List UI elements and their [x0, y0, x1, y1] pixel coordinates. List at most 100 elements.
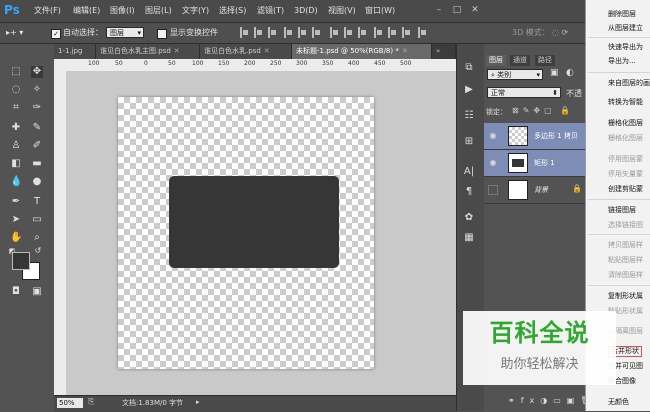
distribute-vcenter-icon[interactable]	[344, 27, 353, 38]
share-icon[interactable]: ⎘	[88, 397, 94, 407]
layer-actions-bar[interactable]: ⚭fx◑▭▣🗑	[508, 396, 597, 405]
actions-play-icon[interactable]: ▶	[462, 84, 476, 96]
history-brush-icon[interactable]: ✐	[31, 140, 43, 152]
tab-untitled-1[interactable]: 未标题-1.psd @ 50%(RGB/8) * ✕	[292, 44, 432, 59]
tab-overflow-icon[interactable]: »	[432, 44, 456, 59]
context-menu-item[interactable]: 链接图层	[608, 206, 636, 215]
menu-3d[interactable]: 3D(D)	[294, 5, 318, 17]
move-tool-icon[interactable]: ✥	[31, 66, 43, 78]
align-bottom-icon[interactable]	[268, 27, 277, 38]
filter-pixel-icon[interactable]: ▣	[550, 68, 559, 78]
distribute-hcenter-icon[interactable]	[388, 27, 397, 38]
rectangle-tool-icon[interactable]: ▭	[31, 214, 43, 226]
layer-name[interactable]: 背景	[534, 185, 548, 195]
adjustments-panel-icon[interactable]: ⊞	[462, 136, 476, 148]
eye-icon[interactable]: ◉	[488, 158, 498, 168]
eyedropper-icon[interactable]: ✑	[31, 102, 43, 114]
context-menu-item[interactable]: 快速导出为	[608, 43, 643, 52]
magic-wand-icon[interactable]: ✧	[31, 84, 43, 96]
maximize-icon[interactable]: □	[450, 4, 464, 16]
menu-edit[interactable]: 编辑(E)	[73, 5, 100, 17]
paragraph-panel-icon[interactable]: ¶	[462, 186, 476, 198]
layer-name[interactable]: 多边形 1 拷贝	[534, 131, 578, 141]
screen-mode-icon[interactable]: ▣	[31, 286, 43, 298]
pen-tool-icon[interactable]: ✒	[10, 196, 22, 208]
context-menu-item[interactable]: 来自图层的画	[608, 79, 650, 88]
distribute-bottom-icon[interactable]	[358, 27, 367, 38]
tab-layers[interactable]: 图层	[486, 55, 506, 66]
distribute-top-icon[interactable]	[330, 27, 339, 38]
context-menu-item[interactable]: 无颜色	[608, 398, 629, 407]
swatches-panel-icon[interactable]: ✿	[462, 212, 476, 224]
tab-close-icon[interactable]: ✕	[261, 47, 270, 55]
tab-channels[interactable]: 通道	[510, 55, 530, 66]
menu-layer[interactable]: 图层(L)	[145, 5, 172, 17]
visibility-toggle[interactable]	[488, 185, 498, 195]
align-left-icon[interactable]	[284, 27, 293, 38]
context-menu-item[interactable]: 导出为...	[608, 57, 636, 66]
blur-tool-icon[interactable]: 💧	[10, 176, 22, 188]
auto-select-dropdown[interactable]: 图层 ▾	[106, 27, 144, 38]
close-icon[interactable]: ✕	[468, 4, 482, 16]
context-menu-item[interactable]: 栅格化图层	[608, 119, 643, 128]
context-menu-item[interactable]: 创建剪贴蒙	[608, 185, 643, 194]
foreground-color-swatch[interactable]	[12, 252, 30, 270]
tab-paths[interactable]: 路径	[535, 55, 555, 66]
swap-colors-icon[interactable]: ↺	[32, 245, 44, 257]
distribute-right-icon[interactable]	[402, 27, 411, 38]
layer-kind-filter[interactable]: ⌕ 类别 ▾	[487, 69, 543, 80]
align-hcenter-icon[interactable]	[298, 27, 307, 38]
eye-icon[interactable]: ◉	[488, 131, 498, 141]
blend-mode-dropdown[interactable]: 正常 ⬍	[487, 87, 561, 98]
path-selection-icon[interactable]: ➤	[10, 214, 22, 226]
tab-1-1-jpg[interactable]: 1-1.jpg	[54, 44, 96, 59]
menu-view[interactable]: 视图(V)	[328, 5, 356, 17]
zoom-tool-icon[interactable]: ⌕	[31, 232, 43, 244]
align-right-icon[interactable]	[312, 27, 321, 38]
healing-brush-icon[interactable]: ✚	[10, 122, 22, 134]
lasso-tool-icon[interactable]: ◌	[10, 84, 22, 96]
context-menu-item[interactable]: 复制形状属	[608, 292, 643, 301]
menu-type[interactable]: 文字(Y)	[182, 5, 209, 17]
grid-panel-icon[interactable]: ▦	[462, 232, 476, 244]
layer-name[interactable]: 矩形 1	[534, 158, 555, 168]
menu-image[interactable]: 图像(I)	[110, 5, 135, 17]
move-tool-icon[interactable]: ▸+ ▾	[6, 27, 23, 39]
menu-window[interactable]: 窗口(W)	[365, 5, 395, 17]
character-panel-icon[interactable]: A|	[462, 166, 476, 178]
minimize-icon[interactable]: –	[432, 4, 446, 16]
eraser-tool-icon[interactable]: ◧	[10, 158, 22, 170]
tab-lotion-psd[interactable]: 谁见白色水乳.psd ✕	[200, 44, 292, 59]
align-vcenter-icon[interactable]	[254, 27, 263, 38]
tab-close-icon[interactable]: ✕	[399, 47, 408, 55]
type-tool-icon[interactable]: T	[31, 196, 43, 208]
show-transform-checkbox[interactable]	[157, 29, 167, 39]
dodge-tool-icon[interactable]: ●	[31, 176, 43, 188]
crop-tool-icon[interactable]: ⌗	[10, 102, 22, 114]
distribute-left-icon[interactable]	[374, 27, 383, 38]
tab-main-psd[interactable]: 谁见白色水乳主图.psd ✕	[96, 44, 200, 59]
quick-mask-icon[interactable]: ◘	[10, 286, 22, 298]
context-menu-item[interactable]: 从图层建立	[608, 24, 643, 33]
gradient-tool-icon[interactable]: ▬	[31, 158, 43, 170]
align-top-icon[interactable]	[240, 27, 249, 38]
lock-icons[interactable]: ⊠✎✥▢	[512, 106, 556, 115]
history-panel-icon[interactable]: ⧉	[462, 62, 476, 74]
lock-all-icon[interactable]: 🔒	[560, 106, 570, 115]
auto-align-icon[interactable]	[418, 27, 427, 38]
menu-file[interactable]: 文件(F)	[34, 5, 61, 17]
marquee-tool-icon[interactable]: ⬚	[10, 66, 22, 78]
3d-orbit-icon[interactable]: ◌ ⟳	[552, 27, 568, 39]
properties-panel-icon[interactable]: ☷	[462, 110, 476, 122]
auto-select-checkbox[interactable]: ✓	[51, 29, 61, 39]
menu-filter[interactable]: 滤镜(T)	[257, 5, 284, 17]
clone-stamp-icon[interactable]: ♙	[10, 140, 22, 152]
filter-adjust-icon[interactable]: ◐	[566, 68, 574, 78]
context-menu-item[interactable]: 删除图层	[608, 10, 636, 19]
hand-tool-icon[interactable]: ✋	[10, 232, 22, 244]
menu-select[interactable]: 选择(S)	[219, 5, 246, 17]
brush-tool-icon[interactable]: ✎	[31, 122, 43, 134]
status-arrow-icon[interactable]: ▸	[196, 398, 200, 406]
rounded-rectangle-shape[interactable]	[169, 176, 339, 268]
tab-close-icon[interactable]: ✕	[171, 47, 180, 55]
